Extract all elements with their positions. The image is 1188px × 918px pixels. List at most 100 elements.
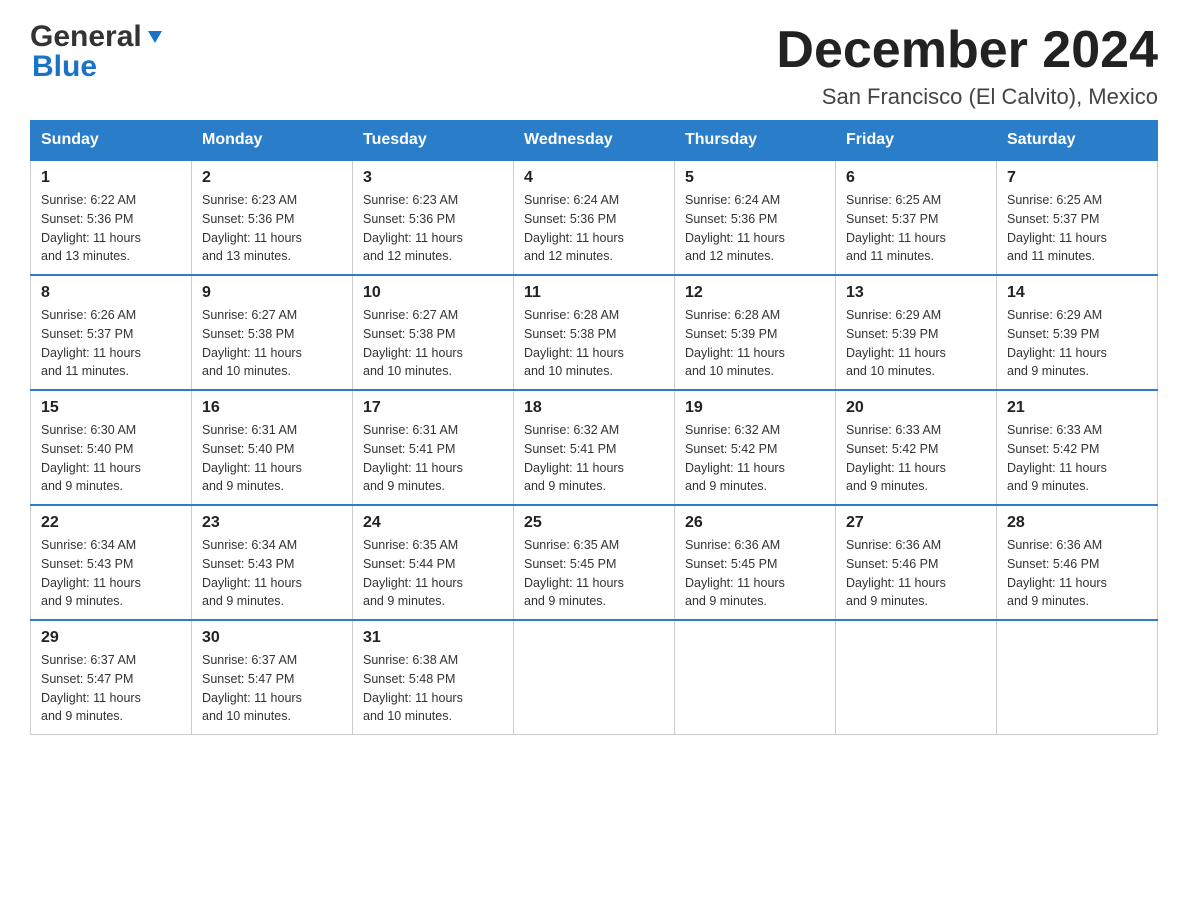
col-thursday: Thursday — [675, 121, 836, 161]
calendar-cell: 30Sunrise: 6:37 AMSunset: 5:47 PMDayligh… — [192, 620, 353, 735]
day-number: 4 — [524, 169, 664, 187]
calendar-cell: 19 Sunrise: 6:32 AMSunset: 5:42 PMDayligh… — [675, 390, 836, 505]
day-number: 22 — [41, 514, 181, 532]
calendar-cell — [836, 620, 997, 735]
day-number: 27 — [846, 514, 986, 532]
day-info: Sunrise: 6:35 AMSunset: 5:44 PMDaylight:… — [363, 536, 503, 611]
day-info: Sunrise: 6:37 AMSunset: 5:47 PMDaylight:… — [41, 651, 181, 726]
day-number: 23 — [202, 514, 342, 532]
calendar-cell: 6Sunrise: 6:25 AMSunset: 5:37 PMDaylight… — [836, 160, 997, 275]
calendar-cell — [514, 620, 675, 735]
calendar-table: Sunday Monday Tuesday Wednesday Thursday… — [30, 120, 1158, 735]
day-info: Sunrise: 6:35 AMSunset: 5:45 PMDaylight:… — [524, 536, 664, 611]
day-info: Sunrise: 6:30 AMSunset: 5:40 PMDaylight:… — [41, 421, 181, 496]
calendar-cell — [997, 620, 1158, 735]
calendar-cell: 22 Sunrise: 6:34 AMSunset: 5:43 PMDayligh… — [31, 505, 192, 620]
calendar-cell: 21Sunrise: 6:33 AMSunset: 5:42 PMDayligh… — [997, 390, 1158, 505]
day-number: 1 — [41, 169, 181, 187]
month-title: December 2024 — [776, 20, 1158, 80]
calendar-cell: 9 Sunrise: 6:27 AMSunset: 5:38 PMDaylight… — [192, 275, 353, 390]
calendar-week-row-5: 29 Sunrise: 6:37 AMSunset: 5:47 PMDayligh… — [31, 620, 1158, 735]
calendar-cell: 7 Sunrise: 6:25 AMSunset: 5:37 PMDaylight… — [997, 160, 1158, 275]
calendar-week-row-1: 1 Sunrise: 6:22 AMSunset: 5:36 PMDaylight… — [31, 160, 1158, 275]
calendar-header-row: Sunday Monday Tuesday Wednesday Thursday… — [31, 121, 1158, 161]
calendar-cell: 14 Sunrise: 6:29 AMSunset: 5:39 PMDayligh… — [997, 275, 1158, 390]
day-number: 2 — [202, 169, 342, 187]
col-saturday: Saturday — [997, 121, 1158, 161]
calendar-week-row-4: 22 Sunrise: 6:34 AMSunset: 5:43 PMDayligh… — [31, 505, 1158, 620]
day-number: 10 — [363, 284, 503, 302]
day-info: Sunrise: 6:32 AMSunset: 5:41 PMDaylight:… — [524, 421, 664, 496]
calendar-cell: 4Sunrise: 6:24 AMSunset: 5:36 PMDaylight… — [514, 160, 675, 275]
calendar-cell: 17Sunrise: 6:31 AMSunset: 5:41 PMDayligh… — [353, 390, 514, 505]
calendar-cell: 31 Sunrise: 6:38 AMSunset: 5:48 PMDayligh… — [353, 620, 514, 735]
day-info: Sunrise: 6:38 AMSunset: 5:48 PMDaylight:… — [363, 651, 503, 726]
day-info: Sunrise: 6:23 AMSunset: 5:36 PMDaylight:… — [363, 191, 503, 266]
calendar-cell: 11Sunrise: 6:28 AMSunset: 5:38 PMDayligh… — [514, 275, 675, 390]
calendar-cell: 1 Sunrise: 6:22 AMSunset: 5:36 PMDaylight… — [31, 160, 192, 275]
day-info: Sunrise: 6:22 AMSunset: 5:36 PMDaylight:… — [41, 191, 181, 266]
col-monday: Monday — [192, 121, 353, 161]
calendar-cell: 18 Sunrise: 6:32 AMSunset: 5:41 PMDayligh… — [514, 390, 675, 505]
day-number: 8 — [41, 284, 181, 302]
day-info: Sunrise: 6:25 AMSunset: 5:37 PMDaylight:… — [1007, 191, 1147, 266]
col-tuesday: Tuesday — [353, 121, 514, 161]
calendar-cell: 24Sunrise: 6:35 AMSunset: 5:44 PMDayligh… — [353, 505, 514, 620]
calendar-cell: 5 Sunrise: 6:24 AMSunset: 5:36 PMDaylight… — [675, 160, 836, 275]
calendar-cell — [675, 620, 836, 735]
day-number: 21 — [1007, 399, 1147, 417]
col-friday: Friday — [836, 121, 997, 161]
day-info: Sunrise: 6:23 AMSunset: 5:36 PMDaylight:… — [202, 191, 342, 266]
calendar-cell: 28Sunrise: 6:36 AMSunset: 5:46 PMDayligh… — [997, 505, 1158, 620]
location-title: San Francisco (El Calvito), Mexico — [776, 84, 1158, 110]
calendar-cell: 23 Sunrise: 6:34 AMSunset: 5:43 PMDayligh… — [192, 505, 353, 620]
day-info: Sunrise: 6:34 AMSunset: 5:43 PMDaylight:… — [202, 536, 342, 611]
calendar-cell: 12 Sunrise: 6:28 AMSunset: 5:39 PMDayligh… — [675, 275, 836, 390]
logo-triangle-icon — [144, 27, 166, 49]
day-info: Sunrise: 6:34 AMSunset: 5:43 PMDaylight:… — [41, 536, 181, 611]
day-number: 9 — [202, 284, 342, 302]
calendar-cell: 15 Sunrise: 6:30 AMSunset: 5:40 PMDayligh… — [31, 390, 192, 505]
day-info: Sunrise: 6:26 AMSunset: 5:37 PMDaylight:… — [41, 306, 181, 381]
calendar-cell: 8 Sunrise: 6:26 AMSunset: 5:37 PMDaylight… — [31, 275, 192, 390]
day-number: 5 — [685, 169, 825, 187]
day-info: Sunrise: 6:32 AMSunset: 5:42 PMDaylight:… — [685, 421, 825, 496]
day-info: Sunrise: 6:31 AMSunset: 5:40 PMDaylight:… — [202, 421, 342, 496]
calendar-cell: 25 Sunrise: 6:35 AMSunset: 5:45 PMDayligh… — [514, 505, 675, 620]
day-number: 16 — [202, 399, 342, 417]
day-info: Sunrise: 6:28 AMSunset: 5:39 PMDaylight:… — [685, 306, 825, 381]
day-number: 7 — [1007, 169, 1147, 187]
calendar-cell: 13Sunrise: 6:29 AMSunset: 5:39 PMDayligh… — [836, 275, 997, 390]
day-info: Sunrise: 6:33 AMSunset: 5:42 PMDaylight:… — [846, 421, 986, 496]
day-number: 15 — [41, 399, 181, 417]
day-number: 3 — [363, 169, 503, 187]
calendar-cell: 3 Sunrise: 6:23 AMSunset: 5:36 PMDaylight… — [353, 160, 514, 275]
day-number: 26 — [685, 514, 825, 532]
day-number: 18 — [524, 399, 664, 417]
col-wednesday: Wednesday — [514, 121, 675, 161]
day-info: Sunrise: 6:36 AMSunset: 5:45 PMDaylight:… — [685, 536, 825, 611]
day-number: 12 — [685, 284, 825, 302]
day-info: Sunrise: 6:27 AMSunset: 5:38 PMDaylight:… — [363, 306, 503, 381]
day-number: 20 — [846, 399, 986, 417]
day-info: Sunrise: 6:37 AMSunset: 5:47 PMDaylight:… — [202, 651, 342, 726]
day-number: 25 — [524, 514, 664, 532]
logo-general-text: General — [30, 20, 142, 54]
calendar-cell: 29 Sunrise: 6:37 AMSunset: 5:47 PMDayligh… — [31, 620, 192, 735]
calendar-cell: 2 Sunrise: 6:23 AMSunset: 5:36 PMDaylight… — [192, 160, 353, 275]
day-info: Sunrise: 6:24 AMSunset: 5:36 PMDaylight:… — [685, 191, 825, 266]
day-info: Sunrise: 6:31 AMSunset: 5:41 PMDaylight:… — [363, 421, 503, 496]
day-number: 19 — [685, 399, 825, 417]
day-info: Sunrise: 6:29 AMSunset: 5:39 PMDaylight:… — [1007, 306, 1147, 381]
logo-blue-text: Blue — [32, 50, 97, 83]
day-info: Sunrise: 6:27 AMSunset: 5:38 PMDaylight:… — [202, 306, 342, 381]
title-block: December 2024 San Francisco (El Calvito)… — [776, 20, 1158, 110]
calendar-week-row-2: 8 Sunrise: 6:26 AMSunset: 5:37 PMDaylight… — [31, 275, 1158, 390]
day-number: 11 — [524, 284, 664, 302]
calendar-cell: 20 Sunrise: 6:33 AMSunset: 5:42 PMDayligh… — [836, 390, 997, 505]
day-number: 14 — [1007, 284, 1147, 302]
calendar-cell: 26 Sunrise: 6:36 AMSunset: 5:45 PMDayligh… — [675, 505, 836, 620]
day-number: 29 — [41, 629, 181, 647]
day-number: 31 — [363, 629, 503, 647]
day-info: Sunrise: 6:36 AMSunset: 5:46 PMDaylight:… — [1007, 536, 1147, 611]
